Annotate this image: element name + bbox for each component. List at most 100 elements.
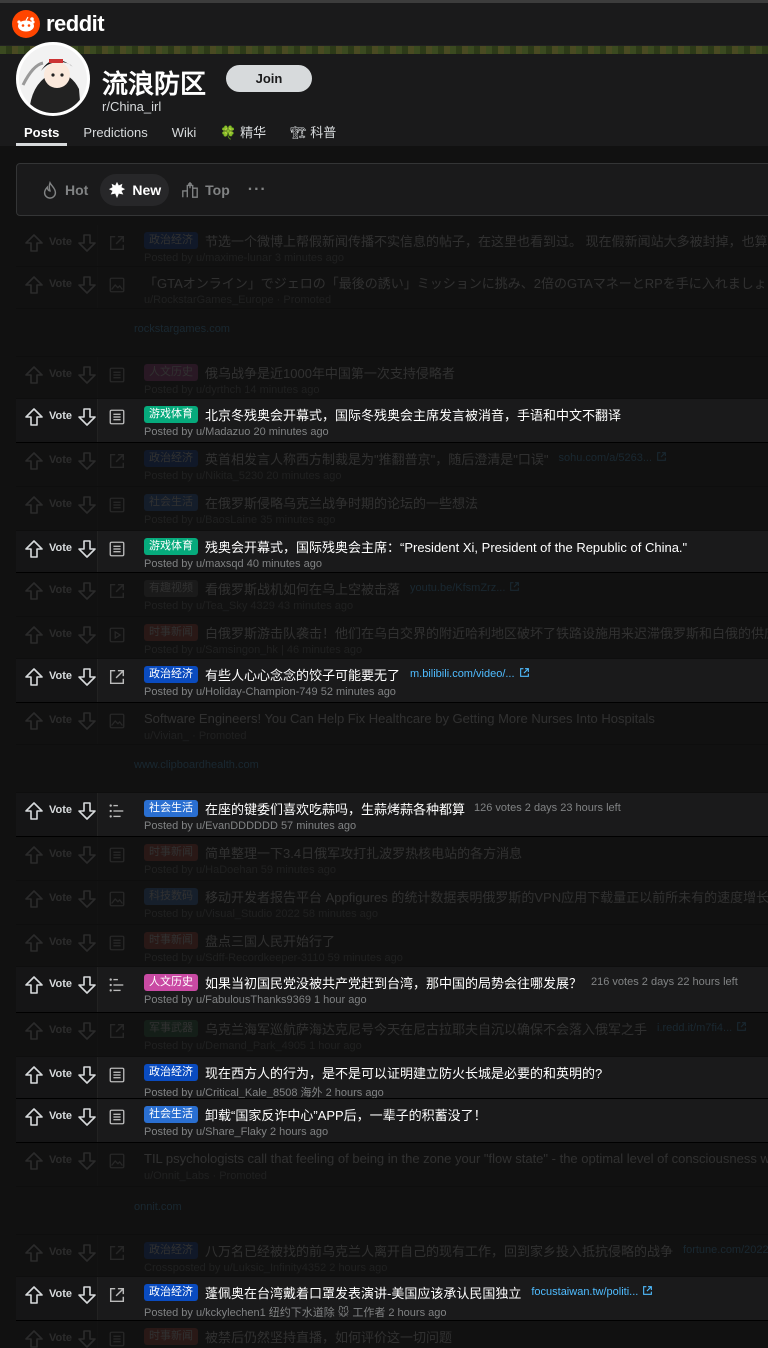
- upvote-arrow-icon[interactable]: [24, 451, 44, 476]
- post-type-video-icon[interactable]: [108, 617, 134, 658]
- post-flair[interactable]: 政治经济: [144, 1063, 198, 1081]
- post-title[interactable]: 「GTAオンライン」でジェロの「最後の誘い」ミッションに挑み、2倍のGTAマネー…: [144, 273, 768, 292]
- post-flair[interactable]: 时事新闻: [144, 843, 198, 861]
- promoted-link-row[interactable]: www.clipboardhealth.com: [16, 745, 768, 793]
- post-title[interactable]: 移动开发者报告平台 Appfigures 的统计数据表明俄罗斯的VPN应用下载量…: [205, 887, 768, 906]
- post-title[interactable]: 在俄罗斯侵略乌克兰战争时期的论坛的一些想法: [205, 493, 478, 512]
- post-flair[interactable]: 时事新闻: [144, 1327, 198, 1345]
- post-title[interactable]: 乌克兰海军巡航萨海达克尼号今天在尼古拉耶夫自沉以确保不会落入俄军之手: [205, 1019, 647, 1038]
- post-type-text-icon[interactable]: [108, 1321, 134, 1348]
- promoted-link-row[interactable]: onnit.com: [16, 1187, 768, 1235]
- post-type-link-icon[interactable]: [108, 443, 134, 486]
- post-row[interactable]: Vote 社会生活 在俄罗斯侵略乌克兰战争时期的论坛的一些想法 Posted by u…: [16, 487, 768, 531]
- downvote-arrow-icon[interactable]: [77, 667, 97, 692]
- post-title[interactable]: 节选一个微博上帮假新闻传播不实信息的帖子，在这里也看到过。 现在假新闻站大多被封…: [205, 231, 768, 250]
- external-link-icon[interactable]: [505, 579, 520, 597]
- upvote-arrow-icon[interactable]: [24, 711, 44, 736]
- post-title[interactable]: 白俄罗斯游击队袭击！他们在乌白交界的附近哈利地区破坏了铁路设施用来迟滞俄罗斯和白…: [205, 623, 768, 642]
- post-flair[interactable]: 人文历史: [144, 363, 198, 381]
- upvote-arrow-icon[interactable]: [24, 1243, 44, 1268]
- post-type-link-icon[interactable]: [108, 573, 134, 616]
- post-domain-link[interactable]: m.bilibili.com/video/...: [410, 668, 515, 680]
- downvote-arrow-icon[interactable]: [77, 451, 97, 476]
- reddit-logo-icon[interactable]: [12, 10, 40, 38]
- downvote-arrow-icon[interactable]: [77, 1151, 97, 1176]
- post-row[interactable]: Vote 游戏体育 残奥会开幕式，国际残奥会主席：“President Xi, Pr…: [16, 531, 768, 573]
- external-link-icon[interactable]: [732, 1019, 747, 1037]
- post-type-poll-icon[interactable]: [108, 967, 134, 1012]
- post-type-text-icon[interactable]: [108, 357, 134, 398]
- post-title[interactable]: 有些人心心念念的饺子可能要无了: [205, 665, 400, 684]
- upvote-arrow-icon[interactable]: [24, 625, 44, 650]
- upvote-arrow-icon[interactable]: [24, 889, 44, 914]
- downvote-arrow-icon[interactable]: [77, 711, 97, 736]
- downvote-arrow-icon[interactable]: [77, 889, 97, 914]
- post-row[interactable]: Vote 时事新闻被禁后仍然坚持直播，如何评价这一切问题Posted by u/.…: [16, 1321, 768, 1348]
- downvote-arrow-icon[interactable]: [77, 365, 97, 390]
- post-row[interactable]: Vote 时事新闻 白俄罗斯游击队袭击！他们在乌白交界的附近哈利地区破坏了铁路设施用…: [16, 617, 768, 659]
- post-row[interactable]: Vote 游戏体育 北京冬残奥会开幕式，国际冬残奥会主席发言被消音，手语和中文不翻译…: [16, 399, 768, 443]
- upvote-arrow-icon[interactable]: [24, 1329, 44, 1348]
- tab-posts[interactable]: Posts: [16, 124, 68, 146]
- post-row[interactable]: Vote 政治经济 英首相发言人称西方制裁是为"推翻普京"，随后澄清是"口误" soh…: [16, 443, 768, 487]
- post-flair[interactable]: 社会生活: [144, 493, 198, 511]
- post-flair[interactable]: 政治经济: [144, 449, 198, 467]
- sort-hot[interactable]: Hot: [33, 174, 96, 206]
- post-domain-link[interactable]: youtu.be/KfsmZrz...: [410, 582, 505, 594]
- promoted-link[interactable]: www.clipboardhealth.com: [16, 745, 259, 789]
- upvote-arrow-icon[interactable]: [24, 539, 44, 564]
- downvote-arrow-icon[interactable]: [77, 801, 97, 826]
- post-flair[interactable]: 游戏体育: [144, 405, 198, 423]
- promoted-link[interactable]: onnit.com: [16, 1187, 182, 1231]
- post-title[interactable]: 被禁后仍然坚持直播，如何评价这一切问题: [205, 1327, 452, 1346]
- post-title[interactable]: 蓬佩奥在台湾戴着口罩发表演讲-美国应该承认民国独立: [205, 1283, 521, 1302]
- post-type-link-icon[interactable]: [108, 225, 134, 266]
- post-row[interactable]: Vote 政治经济 蓬佩奥在台湾戴着口罩发表演讲-美国应该承认民国独立 focusta…: [16, 1277, 768, 1321]
- join-button[interactable]: Join: [226, 65, 312, 92]
- upvote-arrow-icon[interactable]: [24, 1107, 44, 1132]
- external-link-icon[interactable]: [638, 1283, 653, 1301]
- post-flair[interactable]: 军事武器: [144, 1019, 198, 1037]
- post-flair[interactable]: 游戏体育: [144, 537, 198, 555]
- post-row[interactable]: Vote 政治经济 八万名已经被找的前乌克兰人离开自己的现有工作，回到家乡投入抵抗侵…: [16, 1235, 768, 1277]
- post-type-text-icon[interactable]: [108, 531, 134, 572]
- post-title[interactable]: 残奥会开幕式，国际残奥会主席：“President Xi, President …: [205, 537, 687, 556]
- post-row[interactable]: Vote 时事新闻 简单整理一下3.4日俄军攻打扎波罗热核电站的各方消息 Posted…: [16, 837, 768, 881]
- post-title[interactable]: 北京冬残奥会开幕式，国际冬残奥会主席发言被消音，手语和中文不翻译: [205, 405, 621, 424]
- downvote-arrow-icon[interactable]: [77, 845, 97, 870]
- promoted-link-row[interactable]: rockstargames.com: [16, 309, 768, 357]
- upvote-arrow-icon[interactable]: [24, 233, 44, 258]
- post-title[interactable]: 八万名已经被找的前乌克兰人离开自己的现有工作，回到家乡投入抵抗侵略的战争: [205, 1241, 673, 1260]
- post-row[interactable]: Vote 政治经济 现在西方人的行为，是不是可以证明建立防火长城是必要的和英明的? P…: [16, 1057, 768, 1099]
- upvote-arrow-icon[interactable]: [24, 581, 44, 606]
- upvote-arrow-icon[interactable]: [24, 975, 44, 1000]
- post-row[interactable]: Vote 政治经济 有些人心心念念的饺子可能要无了 m.bilibili.com/vi…: [16, 659, 768, 703]
- downvote-arrow-icon[interactable]: [77, 1329, 97, 1348]
- post-type-text-icon[interactable]: [108, 399, 134, 442]
- post-flair[interactable]: 政治经济: [144, 665, 198, 683]
- post-domain-link[interactable]: i.redd.it/m7fi4...: [657, 1022, 732, 1034]
- post-type-text-icon[interactable]: [108, 925, 134, 966]
- upvote-arrow-icon[interactable]: [24, 1021, 44, 1046]
- post-title[interactable]: 盘点三国人民开始行了: [205, 931, 335, 950]
- downvote-arrow-icon[interactable]: [77, 407, 97, 432]
- downvote-arrow-icon[interactable]: [77, 1021, 97, 1046]
- tab-science[interactable]: 🏗 科普: [282, 124, 344, 146]
- downvote-arrow-icon[interactable]: [77, 975, 97, 1000]
- post-title[interactable]: 看俄罗斯战机如何在乌上空被击落: [205, 579, 400, 598]
- downvote-arrow-icon[interactable]: [77, 1107, 97, 1132]
- external-link-icon[interactable]: [515, 665, 530, 683]
- sort-top[interactable]: Top: [173, 174, 238, 206]
- tab-predictions[interactable]: Predictions: [75, 124, 155, 146]
- post-row[interactable]: Vote 军事武器 乌克兰海军巡航萨海达克尼号今天在尼古拉耶夫自沉以确保不会落入俄军…: [16, 1013, 768, 1057]
- post-title[interactable]: 现在西方人的行为，是不是可以证明建立防火长城是必要的和英明的?: [205, 1063, 602, 1082]
- post-row[interactable]: Vote 社会生活 卸载“国家反诈中心”APP后，一辈子的积蓄没了！ Posted b…: [16, 1099, 768, 1143]
- post-row[interactable]: Vote 社会生活 在座的键委们喜欢吃蒜吗，生蒜烤蒜各种都算 126 votes 2 …: [16, 793, 768, 837]
- post-type-image-icon[interactable]: [108, 881, 134, 924]
- post-title[interactable]: 英首相发言人称西方制裁是为"推翻普京"，随后澄清是"口误": [205, 449, 548, 468]
- post-row[interactable]: Vote 政治经济 节选一个微博上帮假新闻传播不实信息的帖子，在这里也看到过。 现在…: [16, 225, 768, 267]
- upvote-arrow-icon[interactable]: [24, 667, 44, 692]
- upvote-arrow-icon[interactable]: [24, 495, 44, 520]
- post-flair[interactable]: 人文历史: [144, 973, 198, 991]
- downvote-arrow-icon[interactable]: [77, 625, 97, 650]
